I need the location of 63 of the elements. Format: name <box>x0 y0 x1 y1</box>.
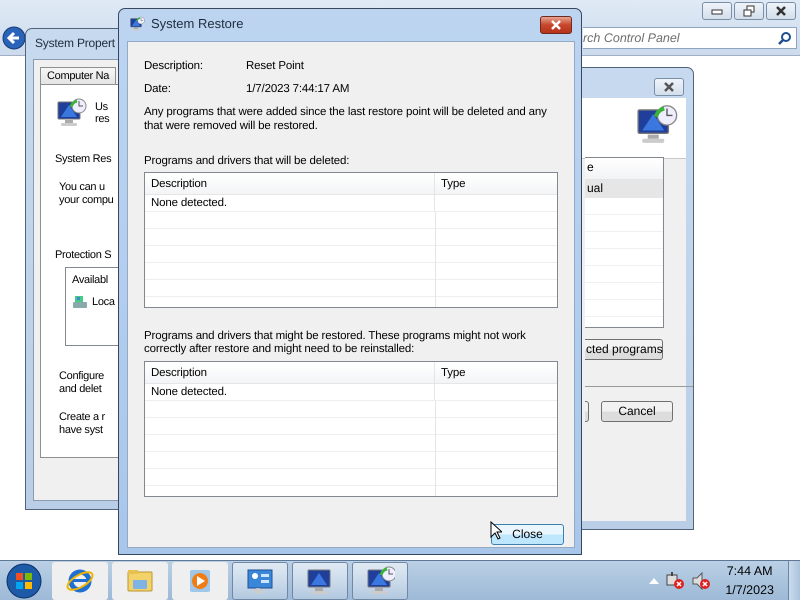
column-header: Description <box>151 178 207 190</box>
cancel-button[interactable]: Cancel <box>601 401 673 422</box>
clock-date: 1/7/2023 <box>725 582 774 598</box>
system-restore-icon <box>129 16 145 32</box>
clock-time: 7:44 AM <box>726 562 774 580</box>
section-caption: Programs and drivers that might be restored. These programs might not work correctly after restore and might need to be reinstalled: <box>144 330 527 357</box>
description-text: Create a r <box>59 411 105 424</box>
list-item[interactable]: Loca <box>92 296 115 308</box>
description-text: your compu <box>59 194 114 207</box>
computer-icon <box>55 96 87 129</box>
description-text: and delet <box>59 382 102 396</box>
system-restore-icon <box>365 566 395 596</box>
field-value: 1/7/2023 7:44:17 AM <box>246 83 350 96</box>
close-button[interactable] <box>540 16 572 34</box>
description-text: Configure <box>59 370 104 383</box>
button-edge <box>585 401 589 422</box>
field-label: Description: <box>144 60 204 74</box>
close-icon <box>663 82 675 92</box>
show-desktop-button[interactable] <box>788 560 800 600</box>
programs-button[interactable]: cted programs <box>585 339 663 360</box>
intro-text: Us <box>95 100 108 114</box>
search-field[interactable]: rch Control Panel <box>583 27 797 49</box>
intro-text: res <box>95 113 110 126</box>
start-button[interactable] <box>6 562 42 598</box>
restore-icon <box>743 5 755 17</box>
volume-muted-icon[interactable] <box>691 572 712 590</box>
field-label: Date: <box>144 83 172 96</box>
close-button[interactable]: Close <box>491 524 564 545</box>
note-text: Any programs that were added since the last restore point will be deleted and any that were removed will be restored. <box>144 106 548 133</box>
tab[interactable]: Computer Na <box>40 67 116 84</box>
taskbar-button[interactable] <box>352 562 408 600</box>
section-heading: Protection S <box>55 248 112 262</box>
close-button[interactable] <box>654 78 684 96</box>
description-text: have syst <box>59 424 103 437</box>
minimize-button[interactable] <box>702 2 732 20</box>
dialog-title: System Restore <box>151 16 244 32</box>
restore-button[interactable] <box>734 2 764 20</box>
window-title: System Propert <box>35 37 115 51</box>
search-icon <box>778 31 792 45</box>
column-header: Type <box>441 366 466 379</box>
table-cell: None detected. <box>151 386 227 398</box>
taskbar-button[interactable] <box>292 562 348 600</box>
field-value: Reset Point <box>246 60 304 74</box>
section-caption: Programs and drivers that will be deleted: <box>144 154 350 168</box>
back-button[interactable] <box>2 26 26 50</box>
close-icon <box>775 6 787 16</box>
list-row[interactable]: ual <box>585 180 663 198</box>
close-button[interactable] <box>766 2 796 20</box>
section-heading: System Res <box>55 152 112 166</box>
description-text: You can u <box>59 181 105 194</box>
search-placeholder: rch Control Panel <box>583 30 680 46</box>
column-header: Availabl <box>72 273 108 288</box>
network-error-icon[interactable] <box>665 572 686 590</box>
column-header: Type <box>441 178 466 190</box>
taskbar-button[interactable] <box>52 562 108 600</box>
taskbar-button[interactable] <box>232 562 288 600</box>
table-cell: None detected. <box>151 197 227 210</box>
column-header: Description <box>151 366 207 379</box>
drive-icon <box>72 294 88 309</box>
minimize-icon <box>711 7 723 15</box>
close-icon <box>550 20 562 30</box>
clock[interactable]: 7:44 AM 1/7/2023 <box>725 562 774 600</box>
mouse-cursor <box>490 521 502 540</box>
